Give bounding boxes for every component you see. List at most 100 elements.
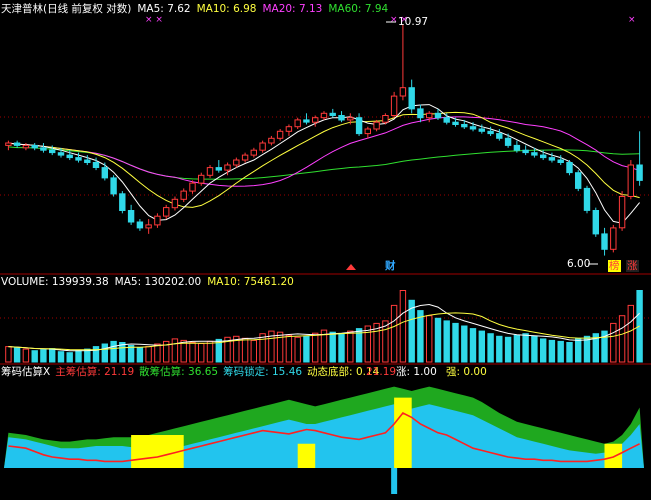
candle-up <box>320 112 328 119</box>
ma10-value: 6.98 <box>233 3 257 15</box>
volume-bar-down <box>329 331 336 363</box>
vol-ma5-label: MA5: <box>114 276 142 288</box>
qiang-value: 0.00 <box>463 366 487 378</box>
candle-down <box>119 193 126 212</box>
volume-bar-down <box>513 334 521 363</box>
candle-up <box>198 174 205 184</box>
ma5-legend: MA5: 7.62 <box>137 3 190 15</box>
volume-bar-down <box>557 340 564 363</box>
candle-down <box>601 233 608 250</box>
candle-down <box>66 154 73 159</box>
candle-down <box>329 112 336 117</box>
volume-bar-down <box>136 347 144 363</box>
candle-up <box>373 121 380 130</box>
volume-bar-up <box>390 304 398 363</box>
volume-bar-up <box>364 325 372 363</box>
candle-down <box>469 126 477 130</box>
dynamic-bottom-label: 动态底部: <box>307 366 353 378</box>
volume-bar-down <box>461 325 468 363</box>
volume-bar-down <box>40 349 47 363</box>
zhang-label: 涨: <box>396 366 411 378</box>
candle-down <box>531 152 538 156</box>
limit-up-badge[interactable]: 涨 <box>626 260 639 272</box>
volume-bar-up <box>22 348 30 363</box>
financial-report-marker[interactable]: 财 <box>385 260 396 272</box>
candle-up <box>180 190 187 200</box>
candle-up <box>276 130 284 139</box>
ma20-value: 7.13 <box>298 3 323 15</box>
volume-bar-up <box>145 346 152 363</box>
chip-legend: 筹码估算X 主筹估算: 21.19 散筹估算: 36.65 筹码锁定: 15.4… <box>1 366 379 378</box>
vol-ma5-legend: MA5: 130202.00 <box>115 276 202 288</box>
volume-bar-down <box>92 346 100 363</box>
chip-title: 筹码估算X <box>1 366 51 378</box>
volume-bar-down <box>49 348 56 363</box>
candle-down <box>49 149 56 154</box>
lock-chip-label: 筹码锁定: <box>223 366 269 378</box>
candle-down <box>478 128 486 132</box>
volume-bar-down <box>522 333 529 363</box>
volume-label: VOLUME: <box>1 276 49 288</box>
volume-bar-up <box>399 290 407 363</box>
volume-bar-down <box>478 330 486 363</box>
volume-bar-down <box>417 310 424 363</box>
candle-down <box>504 137 512 146</box>
volume-value: 139939.38 <box>51 276 109 288</box>
candle-up <box>627 164 634 197</box>
candle-up <box>610 227 617 250</box>
candle-up <box>5 142 12 146</box>
volume-bar-up <box>312 332 319 363</box>
candle-up <box>312 117 319 123</box>
price-markers: × × × × × <box>145 15 636 270</box>
volume-bar-up <box>250 339 258 363</box>
volume-bar-down <box>127 345 135 363</box>
volume-bar-up <box>276 331 284 363</box>
stock-title: 天津普林(日线 前复权 对数) <box>1 3 132 15</box>
loose-chip-legend: 散筹估算: 36.65 <box>139 366 218 378</box>
chart-canvas: × × × × × <box>0 15 651 494</box>
stock-chart-window: × × × × × 天津普林(日线 前复权 对数) MA5: 7.62 MA10… <box>0 0 651 500</box>
candle-down <box>592 210 599 235</box>
volume-bar-up <box>627 304 634 363</box>
volume-bar-up <box>171 338 179 363</box>
candle-up <box>171 198 179 209</box>
volume-bar-down <box>110 340 117 363</box>
volume-bar-up <box>285 334 293 363</box>
volume-bar-down <box>31 350 38 363</box>
candle-up <box>426 112 433 119</box>
volume-bar-up <box>347 330 354 363</box>
rank-badge[interactable]: 榜 <box>608 260 621 272</box>
candle-down <box>75 157 82 161</box>
volume-bar-down <box>434 317 442 363</box>
candle-down <box>566 162 573 174</box>
candle-down <box>31 144 38 149</box>
candle-down <box>557 159 564 163</box>
main-chip-legend: 主筹估算: 21.19 <box>55 366 134 378</box>
volume-bar-up <box>189 342 196 363</box>
qiang-indicator: 强: 0.00 <box>446 366 487 378</box>
volume-bar-up <box>259 333 266 363</box>
loose-chip-value: 36.65 <box>188 366 219 378</box>
candle-up <box>163 207 170 217</box>
candle-up <box>390 95 398 116</box>
ma10-line <box>8 111 640 208</box>
volume-bar-down <box>531 335 538 363</box>
candle-up <box>268 137 275 144</box>
lock-chip-legend: 筹码锁定: 15.46 <box>223 366 302 378</box>
volume-chart <box>5 290 643 363</box>
loose-chip-label: 散筹估算: <box>139 366 185 378</box>
volume-legend: VOLUME: 139939.38 MA5: 130202.00 MA10: 7… <box>1 276 294 288</box>
candle-up <box>399 87 407 97</box>
candle-down <box>408 87 415 110</box>
candle-up <box>285 126 293 132</box>
main-chip-value: 21.19 <box>104 366 135 378</box>
candle-down <box>215 167 223 171</box>
candle-up <box>347 117 354 121</box>
bottom-signal-area <box>604 443 623 468</box>
ma60-value: 7.94 <box>364 3 389 15</box>
volume-bar-down <box>13 347 21 363</box>
chip-mid-value: 21.19 <box>366 366 397 378</box>
candle-down <box>127 210 135 223</box>
bottom-signal-area <box>297 443 316 468</box>
candle-up <box>250 149 258 156</box>
